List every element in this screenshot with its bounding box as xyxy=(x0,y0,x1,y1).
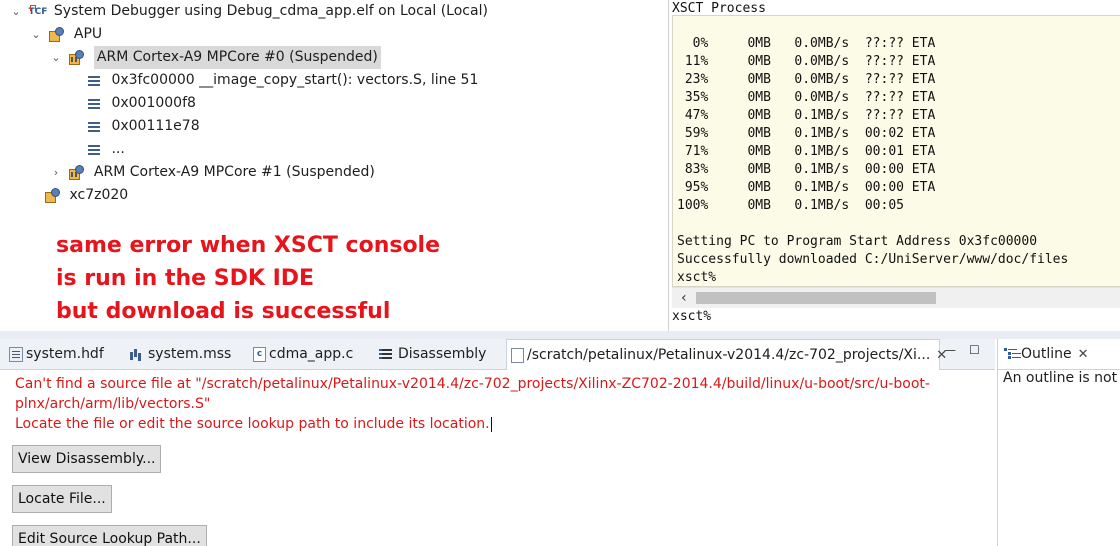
stack-frame-label: ... xyxy=(111,141,125,157)
progress-line: 59% 0MB 0.1MB/s 00:02 ETA xyxy=(677,126,936,141)
stack-frame-label: 0x3fc00000 __image_copy_start(): vectors… xyxy=(111,72,479,88)
scrollbar-thumb[interactable] xyxy=(696,292,936,304)
tab-disassembly[interactable]: Disassembly xyxy=(376,339,489,369)
xsct-console-title: XSCT Process xyxy=(672,1,766,16)
c-file-icon: c xyxy=(253,346,266,362)
outline-icon xyxy=(1004,347,1018,361)
expand-chevron-icon[interactable]: › xyxy=(48,161,64,184)
outline-tab-label: Outline xyxy=(1021,346,1072,362)
error-message-line: plnx/arch/arm/lib/vectors.S" xyxy=(15,396,211,412)
device-node[interactable]: xc7z020 xyxy=(44,184,128,207)
error-message-text: Locate the file or edit the source looku… xyxy=(15,416,490,432)
hdf-file-icon xyxy=(9,346,23,362)
tab-system-mss[interactable]: system.mss xyxy=(126,339,234,369)
stack-frame-icon xyxy=(86,73,104,89)
view-disassembly-button[interactable]: View Disassembly... xyxy=(12,445,162,473)
horizontal-scrollbar[interactable]: ‹ xyxy=(672,287,1120,308)
core1-node[interactable]: › ARM Cortex-A9 MPCore #1 (Suspended) xyxy=(48,161,375,184)
panel-divider[interactable] xyxy=(0,331,1120,339)
progress-line: 95% 0MB 0.1MB/s 00:00 ETA xyxy=(677,180,936,195)
xsct-input-prompt[interactable]: xsct% xyxy=(672,309,711,324)
tab-label: Disassembly xyxy=(398,346,487,362)
stack-frame-icon xyxy=(86,119,104,135)
progress-line: 23% 0MB 0.0MB/s ??:?? ETA xyxy=(677,72,936,87)
disassembly-icon xyxy=(379,347,395,361)
collapse-chevron-icon[interactable]: ⌄ xyxy=(8,0,24,23)
stack-frame-row[interactable]: ... xyxy=(86,138,125,161)
debug-view: ⌄ TCF System Debugger using Debug_cdma_a… xyxy=(0,0,668,331)
stack-frame-row[interactable]: 0x001000f8 xyxy=(86,92,196,115)
outline-message: An outline is not a xyxy=(1003,370,1120,386)
processor-group-icon xyxy=(48,26,66,43)
progress-line: 71% 0MB 0.1MB/s 00:01 ETA xyxy=(677,144,936,159)
device-icon xyxy=(44,187,62,204)
tab-cdma-app-c[interactable]: c cdma_app.c xyxy=(250,339,356,369)
progress-line: 11% 0MB 0.0MB/s ??:?? ETA xyxy=(677,54,936,69)
apu-node[interactable]: ⌄ APU xyxy=(28,23,102,46)
tab-outline[interactable]: Outline ✕ xyxy=(998,339,1120,370)
locate-file-button[interactable]: Locate File... xyxy=(12,485,112,513)
edit-source-lookup-path-button[interactable]: Edit Source Lookup Path... xyxy=(12,525,207,546)
stack-frame-icon xyxy=(86,142,104,158)
tab-label: cdma_app.c xyxy=(269,346,354,362)
file-icon xyxy=(511,347,524,363)
tab-label: system.hdf xyxy=(26,346,104,362)
mss-file-icon xyxy=(129,347,145,361)
console-output-line: Setting PC to Program Start Address 0x3f… xyxy=(677,234,1038,249)
core0-node[interactable]: ⌄ ARM Cortex-A9 MPCore #0 (Suspended) xyxy=(48,46,381,69)
tcf-launch-icon: TCF xyxy=(28,4,47,20)
maximize-icon[interactable]: ☐ xyxy=(969,343,980,357)
apu-label: APU xyxy=(73,26,103,42)
tab-label: /scratch/petalinux/Petalinux-v2014.4/zc-… xyxy=(527,347,931,363)
core1-label: ARM Cortex-A9 MPCore #1 (Suspended) xyxy=(93,164,375,180)
tab-vectors-s-source[interactable]: /scratch/petalinux/Petalinux-v2014.4/zc-… xyxy=(506,339,947,370)
suspended-thread-icon xyxy=(68,49,86,66)
outline-view: Outline ✕ An outline is not a xyxy=(997,339,1120,546)
editor-tab-bar: system.hdf system.mss c cdma_app.c Disass… xyxy=(0,339,995,370)
scroll-left-arrow-icon[interactable]: ‹ xyxy=(676,288,692,308)
tab-label: system.mss xyxy=(148,346,232,362)
xsct-console: XSCT Process 0% 0MB 0.0MB/s ??:?? ETA 11… xyxy=(668,0,1120,331)
console-output-line: Successfully downloaded C:/UniServer/www… xyxy=(677,252,1069,267)
suspended-thread-icon xyxy=(68,164,86,181)
stack-frame-label: 0x001000f8 xyxy=(111,95,196,111)
xsct-output-area[interactable]: 0% 0MB 0.0MB/s ??:?? ETA 11% 0MB 0.0MB/s… xyxy=(672,15,1120,287)
close-tab-icon[interactable]: ✕ xyxy=(1078,347,1089,362)
error-message-line: Can't find a source file at "/scratch/pe… xyxy=(15,376,930,392)
annotation-line: but download is successful xyxy=(56,299,391,324)
stack-frame-label: 0x00111e78 xyxy=(111,118,200,134)
progress-line: 83% 0MB 0.1MB/s 00:00 ETA xyxy=(677,162,936,177)
console-prompt-line: xsct% xyxy=(677,270,717,285)
core0-label: ARM Cortex-A9 MPCore #0 (Suspended) xyxy=(93,46,381,69)
collapse-chevron-icon[interactable]: ⌄ xyxy=(28,23,44,46)
progress-line: 100% 0MB 0.1MB/s 00:05 xyxy=(677,198,904,213)
annotation-line: is run in the SDK IDE xyxy=(56,266,315,291)
stack-frame-icon xyxy=(86,96,104,112)
device-label: xc7z020 xyxy=(69,187,129,203)
progress-line: 47% 0MB 0.1MB/s ??:?? ETA xyxy=(677,108,936,123)
collapse-chevron-icon[interactable]: ⌄ xyxy=(48,46,64,69)
progress-line: 0% 0MB 0.0MB/s ??:?? ETA xyxy=(677,36,936,51)
text-caret xyxy=(490,416,492,432)
stack-frame-row[interactable]: 0x00111e78 xyxy=(86,115,200,138)
minimize-icon[interactable]: — xyxy=(944,343,956,357)
source-not-found-editor: Can't find a source file at "/scratch/pe… xyxy=(0,370,995,546)
annotation-line: same error when XSCT console xyxy=(56,233,441,258)
stack-frame-row[interactable]: 0x3fc00000 __image_copy_start(): vectors… xyxy=(86,69,478,92)
progress-line: 35% 0MB 0.0MB/s ??:?? ETA xyxy=(677,90,936,105)
debug-session-label: System Debugger using Debug_cdma_app.elf… xyxy=(53,3,488,19)
error-message-line: Locate the file or edit the source looku… xyxy=(15,414,492,434)
tab-system-hdf[interactable]: system.hdf xyxy=(6,339,107,369)
debug-session-node[interactable]: ⌄ TCF System Debugger using Debug_cdma_a… xyxy=(8,0,488,23)
